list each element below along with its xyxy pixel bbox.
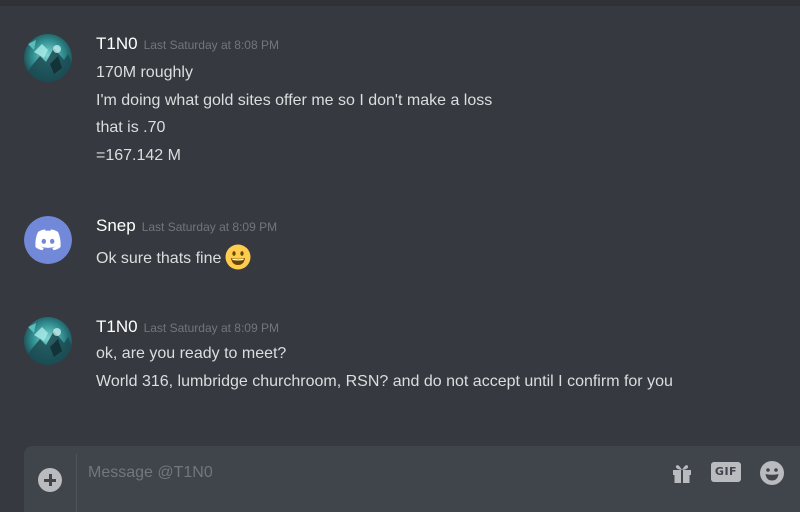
username[interactable]: T1N0 bbox=[96, 34, 138, 53]
message-input[interactable] bbox=[88, 460, 648, 486]
gift-icon[interactable] bbox=[670, 461, 694, 485]
smiley-emoji-icon bbox=[225, 244, 251, 270]
timestamp: Last Saturday at 8:08 PM bbox=[143, 38, 279, 52]
avatar[interactable] bbox=[24, 34, 72, 82]
avatar[interactable] bbox=[24, 317, 72, 365]
message-text: =167.142 M bbox=[96, 147, 181, 164]
message-header: Snep Last Saturday at 8:09 PM bbox=[96, 216, 277, 240]
plus-icon[interactable] bbox=[38, 468, 62, 492]
username[interactable]: Snep bbox=[96, 216, 136, 235]
timestamp: Last Saturday at 8:09 PM bbox=[141, 220, 278, 234]
message-text-content: Ok sure thats fine bbox=[96, 250, 222, 267]
message-text: I'm doing what gold sites offer me so I … bbox=[96, 92, 493, 109]
user-avatar-image bbox=[24, 317, 72, 365]
message-composer: GIF bbox=[24, 446, 800, 512]
message-header: T1N0 Last Saturday at 8:08 PM bbox=[96, 34, 279, 58]
message-text: ok, are you ready to meet? bbox=[96, 345, 287, 362]
gif-icon[interactable]: GIF bbox=[711, 462, 741, 482]
emoji-icon[interactable] bbox=[759, 460, 785, 486]
message-text: 170M roughly bbox=[96, 64, 193, 81]
avatar[interactable] bbox=[24, 216, 72, 264]
username[interactable]: T1N0 bbox=[96, 317, 138, 336]
message-text: that is .70 bbox=[96, 119, 166, 136]
timestamp: Last Saturday at 8:09 PM bbox=[143, 321, 279, 335]
message-text: Ok sure thats fine bbox=[96, 244, 251, 270]
message-header: T1N0 Last Saturday at 8:09 PM bbox=[96, 317, 279, 341]
discord-logo-icon bbox=[24, 216, 72, 264]
message-list: T1N0 Last Saturday at 8:08 PM 170M roughl… bbox=[0, 0, 800, 445]
composer-divider bbox=[76, 454, 77, 512]
user-avatar-image bbox=[24, 34, 72, 82]
message-text: World 316, lumbridge churchroom, RSN? an… bbox=[96, 373, 673, 390]
